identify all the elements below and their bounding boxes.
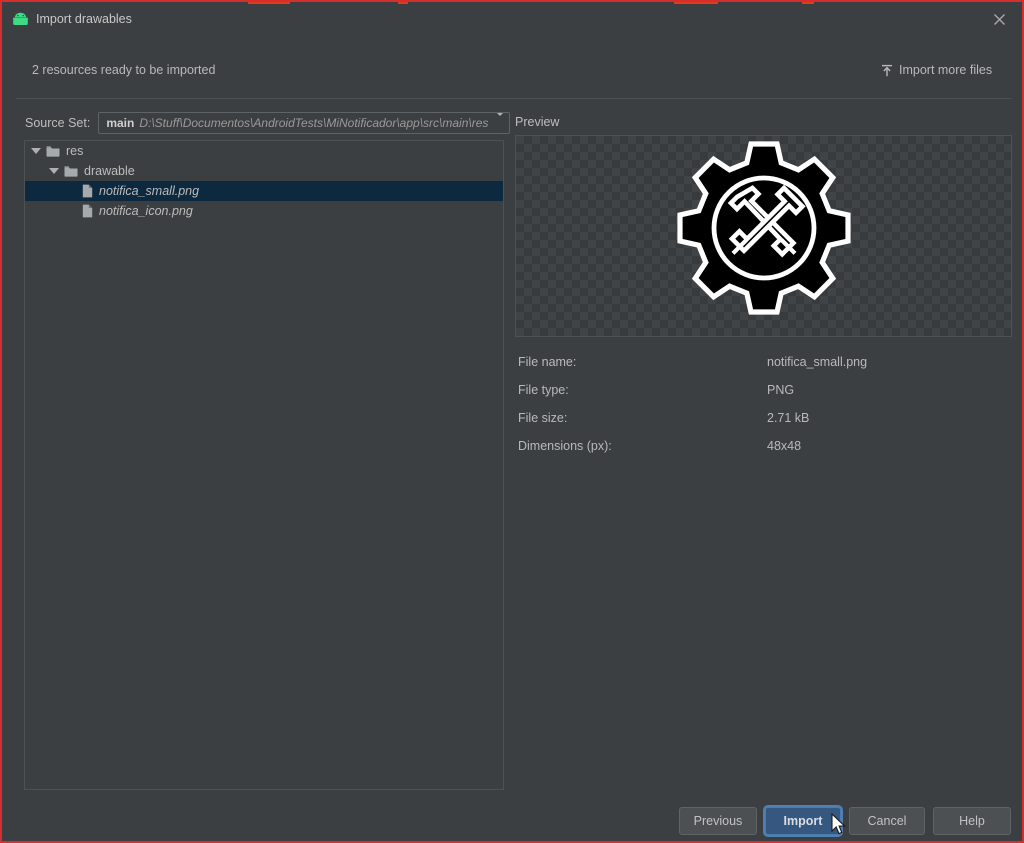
file-icon xyxy=(82,184,93,198)
import-drawables-dialog: Import drawables 2 resources ready to be… xyxy=(0,0,1024,843)
detail-row: File type: PNG xyxy=(518,380,1012,408)
tree-expander-icon[interactable] xyxy=(49,168,59,174)
chevron-down-icon xyxy=(495,113,506,130)
preview-label: Preview xyxy=(515,115,560,129)
previous-button[interactable]: Previous xyxy=(679,807,757,835)
tree-row[interactable]: notifica_icon.png xyxy=(25,201,503,221)
android-robot-icon xyxy=(12,12,29,27)
title-bar: Import drawables xyxy=(4,4,1022,34)
detail-row: File size: 2.71 kB xyxy=(518,408,1012,436)
cancel-button[interactable]: Cancel xyxy=(849,807,925,835)
tree-expander-icon[interactable] xyxy=(31,148,41,154)
detail-value: 48x48 xyxy=(767,439,802,453)
folder-icon xyxy=(64,165,78,177)
detail-value: 2.71 kB xyxy=(767,411,810,425)
help-button[interactable]: Help xyxy=(933,807,1011,835)
tree-item-label: drawable xyxy=(84,164,135,178)
close-button[interactable] xyxy=(977,4,1022,34)
resource-tree[interactable]: res drawable notifica_small.png notifica_ic… xyxy=(24,140,504,790)
file-icon xyxy=(82,204,93,218)
detail-key: File size: xyxy=(518,411,568,425)
gear-with-tools-icon xyxy=(676,141,851,315)
file-icon xyxy=(82,204,93,218)
tree-item-label: res xyxy=(66,144,84,158)
detail-key: Dimensions (px): xyxy=(518,439,612,453)
detail-row: Dimensions (px): 48x48 xyxy=(518,436,1012,464)
detail-value: notifica_small.png xyxy=(767,355,868,369)
resource-count-text: 2 resources ready to be imported xyxy=(32,63,216,77)
source-set-path: D:\Stuff\Documentos\AndroidTests\MiNotif… xyxy=(139,116,489,130)
file-icon xyxy=(82,184,93,198)
tree-row[interactable]: drawable xyxy=(25,161,503,181)
source-set-row: Source Set: main D:\Stuff\Documentos\And… xyxy=(25,112,511,134)
folder-icon xyxy=(46,145,60,157)
file-details-list: File name: notifica_small.png File type: PN… xyxy=(518,352,1012,464)
import-button[interactable]: Import xyxy=(765,807,841,835)
folder-icon xyxy=(46,146,60,157)
detail-key: File type: xyxy=(518,383,569,397)
tree-row[interactable]: res xyxy=(25,141,503,161)
import-more-files-label: Import more files xyxy=(899,63,993,77)
preview-panel xyxy=(515,135,1012,337)
tree-row[interactable]: notifica_small.png xyxy=(25,181,503,201)
detail-value: PNG xyxy=(767,383,795,397)
header-divider xyxy=(16,98,1012,99)
detail-row: File name: notifica_small.png xyxy=(518,352,1012,380)
tree-item-label: notifica_icon.png xyxy=(99,204,193,218)
detail-key: File name: xyxy=(518,355,577,369)
folder-icon xyxy=(64,166,78,177)
import-more-files-button[interactable]: Import more files xyxy=(881,61,992,79)
upload-icon xyxy=(882,64,892,76)
source-set-label: Source Set: xyxy=(25,116,91,130)
close-icon xyxy=(994,13,1005,25)
source-set-value: main xyxy=(106,116,135,130)
dialog-button-bar: Previous Import Cancel Help xyxy=(2,807,1022,837)
window-title: Import drawables xyxy=(36,12,132,26)
source-set-combobox[interactable]: main D:\Stuff\Documentos\AndroidTests\Mi… xyxy=(98,112,511,134)
tree-item-label: notifica_small.png xyxy=(99,184,200,198)
